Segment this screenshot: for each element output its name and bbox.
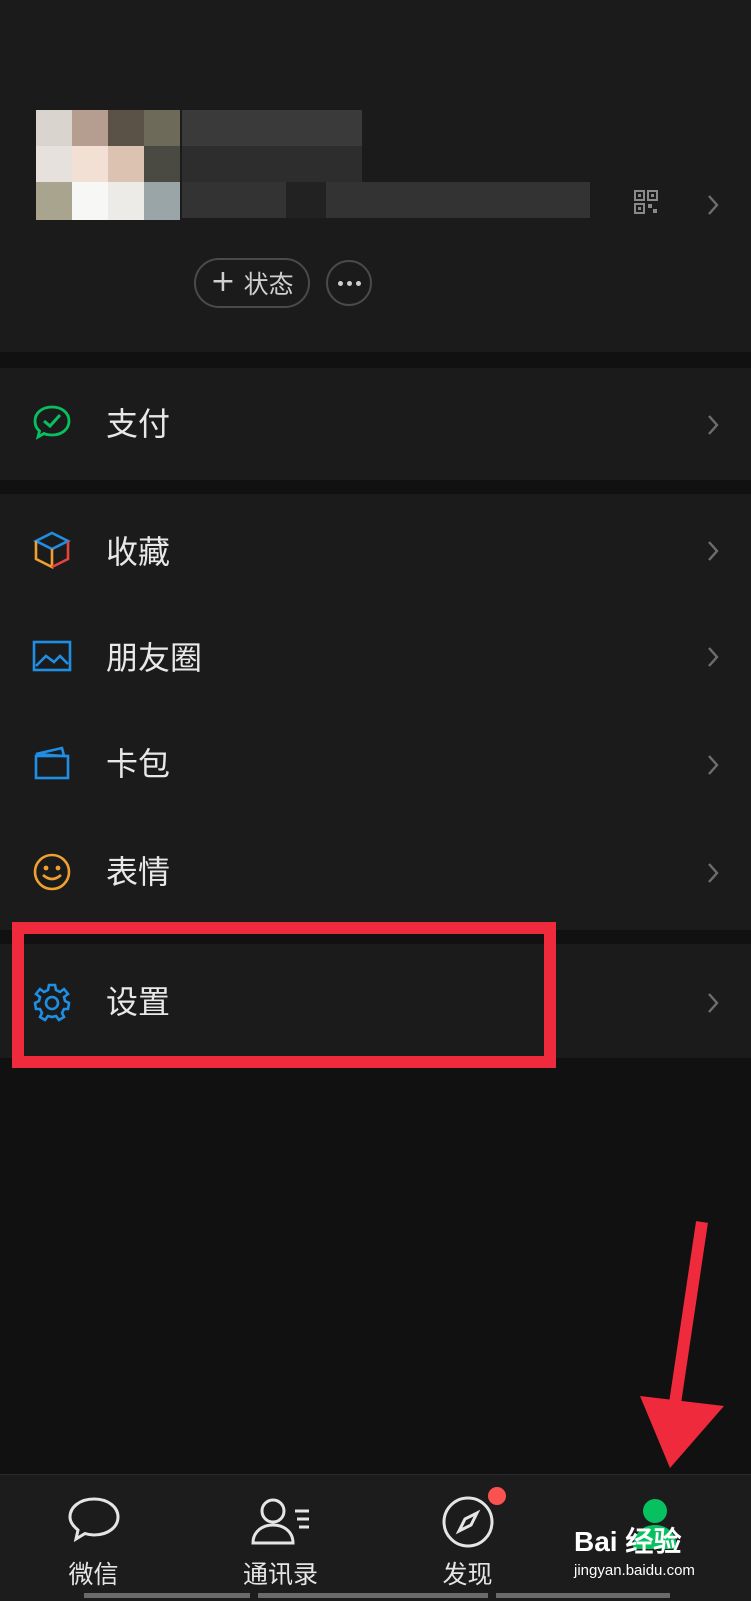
plus-icon: + xyxy=(210,263,236,299)
tab-chats[interactable]: 微信 xyxy=(0,1475,187,1601)
qr-code-icon[interactable] xyxy=(634,190,658,214)
menu-item-stickers-label: 表情 xyxy=(106,853,171,891)
tab-discover-label: 发现 xyxy=(442,1560,493,1589)
smiley-icon xyxy=(33,853,71,891)
menu-item-moments[interactable]: 朋友圈 xyxy=(0,602,751,710)
menu-item-cards[interactable]: 卡包 xyxy=(0,710,751,818)
chevron-right-icon xyxy=(708,863,719,883)
annotation-arrow-icon xyxy=(640,1221,724,1468)
menu-item-favorites-label: 收藏 xyxy=(106,533,171,571)
wechat-pay-icon xyxy=(33,405,71,440)
watermark-sub: jingyan.baidu.com xyxy=(574,1562,695,1579)
chevron-right-icon xyxy=(708,195,719,215)
menu-item-pay-label: 支付 xyxy=(106,405,171,443)
avatar-and-name-blurred xyxy=(36,110,590,222)
annotation-highlight-box xyxy=(12,922,556,1068)
chat-bubble-icon xyxy=(67,1497,120,1543)
menu-item-pay[interactable]: 支付 xyxy=(0,370,751,478)
menu-item-stickers[interactable]: 表情 xyxy=(0,818,751,926)
image-icon xyxy=(32,640,72,672)
card-icon xyxy=(34,746,70,780)
add-status-button[interactable]: + 状态 xyxy=(194,258,310,308)
watermark-main: Bai 经验 xyxy=(574,1526,682,1557)
tab-contacts-label: 通讯录 xyxy=(242,1560,318,1589)
status-label: 状态 xyxy=(243,270,294,299)
contacts-icon xyxy=(250,1498,309,1545)
chevron-right-icon xyxy=(708,647,719,667)
cube-icon xyxy=(33,531,71,570)
menu-item-favorites[interactable]: 收藏 xyxy=(0,494,751,602)
menu-item-cards-label: 卡包 xyxy=(106,745,171,783)
pay-group: 支付 xyxy=(0,368,751,480)
tab-discover[interactable]: 发现 xyxy=(374,1475,561,1601)
chevron-right-icon xyxy=(708,415,719,435)
compass-icon xyxy=(442,1496,493,1548)
notification-badge xyxy=(488,1487,506,1505)
main-menu-group: 收藏 朋友圈 卡包 表情 xyxy=(0,494,751,930)
baidu-jingyan-watermark: Bai 经验 jingyan.baidu.com xyxy=(574,1510,744,1600)
more-status-button[interactable] xyxy=(326,260,372,306)
chevron-right-icon xyxy=(708,541,719,561)
chevron-right-icon xyxy=(708,755,719,775)
tab-contacts[interactable]: 通讯录 xyxy=(187,1475,374,1601)
profile-header[interactable]: + 状态 xyxy=(0,0,751,352)
ellipsis-icon xyxy=(337,280,343,286)
chevron-right-icon xyxy=(708,993,719,1013)
tab-chats-label: 微信 xyxy=(68,1560,119,1589)
menu-item-moments-label: 朋友圈 xyxy=(106,639,203,677)
